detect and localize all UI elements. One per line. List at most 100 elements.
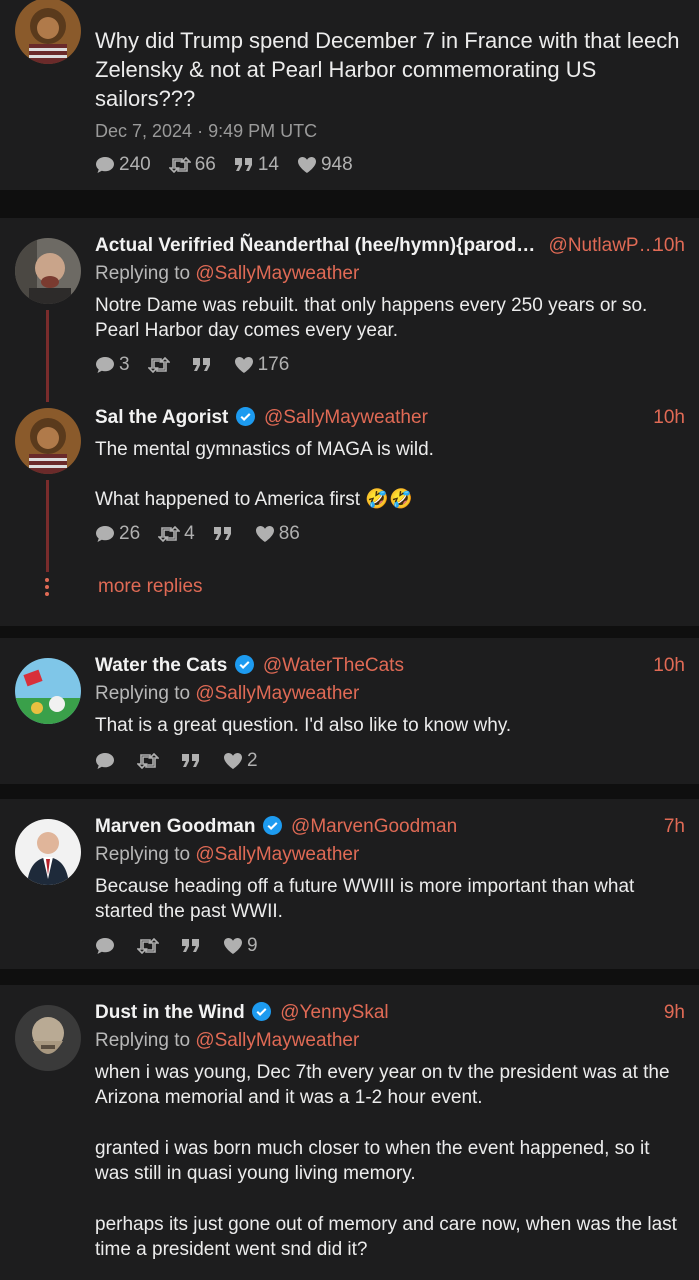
avatar[interactable] <box>15 0 81 64</box>
display-name[interactable]: Sal the Agorist <box>95 407 228 428</box>
verified-badge-icon <box>262 816 282 835</box>
display-name[interactable]: Actual Verifried Ñeanderthal (hee/hymn){… <box>95 235 535 256</box>
avatar[interactable] <box>15 658 81 724</box>
quote-stat[interactable] <box>181 753 205 769</box>
retweet-stat[interactable]: 4 <box>158 523 195 545</box>
avatar[interactable] <box>15 408 81 474</box>
like-stat[interactable]: 2 <box>223 750 258 772</box>
replying-to: Replying to @SallyMayweather <box>95 1030 360 1051</box>
verified-badge-icon <box>251 1002 271 1021</box>
like-stat[interactable]: 176 <box>234 354 289 376</box>
user-handle[interactable]: @SallyMayweather <box>264 407 428 428</box>
thread-line <box>46 480 49 572</box>
reply-time[interactable]: 9h <box>664 1002 685 1024</box>
verified-badge-icon <box>235 407 255 426</box>
user-handle[interactable]: @YennySkal <box>280 1002 388 1023</box>
user-handle[interactable]: @MarvenGoodman <box>291 816 457 837</box>
replying-to-handle[interactable]: @SallyMayweather <box>195 844 359 865</box>
quote-icon <box>182 939 199 952</box>
like-stat[interactable]: 948 <box>297 154 353 176</box>
replying-to-handle[interactable]: @SallyMayweather <box>195 683 359 704</box>
tweet-text: The mental gymnastics of MAGA is wild. <box>95 439 434 460</box>
replying-to: Replying to @SallyMayweather <box>95 263 360 284</box>
retweet-icon <box>168 157 191 173</box>
reply-header: Actual Verifried Ñeanderthal (hee/hymn){… <box>95 235 658 257</box>
retweet-icon <box>147 357 170 373</box>
tweet-stats: 9 <box>95 935 276 957</box>
verified-badge-icon <box>234 655 254 674</box>
reply-header: Sal the Agorist @SallyMayweather <box>95 407 428 429</box>
comment-icon <box>96 157 114 173</box>
reply-time[interactable]: 10h <box>653 235 685 257</box>
retweet-stat[interactable] <box>137 938 163 954</box>
more-dots-icon <box>44 577 50 602</box>
display-name[interactable]: Dust in the Wind <box>95 1002 245 1023</box>
quote-icon <box>213 527 231 540</box>
like-stat[interactable]: 86 <box>255 523 300 545</box>
display-name[interactable]: Water the Cats <box>95 655 227 676</box>
main-tweet: Why did Trump spend December 7 in France… <box>0 0 699 190</box>
reply-time[interactable]: 7h <box>664 816 685 838</box>
heart-icon <box>224 938 242 954</box>
reply-stat[interactable]: 240 <box>95 154 151 176</box>
heart-icon <box>297 157 316 173</box>
retweet-stat[interactable]: 66 <box>168 154 216 176</box>
quote-icon <box>234 158 252 171</box>
quote-stat[interactable] <box>213 526 237 542</box>
comment-icon <box>96 357 114 373</box>
replying-to-handle[interactable]: @SallyMayweather <box>195 1030 359 1051</box>
comment-icon <box>96 753 114 769</box>
quote-stat[interactable]: 14 <box>234 154 279 176</box>
tweet-timestamp: Dec 7, 2024 · 9:49 PM UTC <box>95 121 318 141</box>
user-handle[interactable]: @WaterTheCats <box>263 655 404 676</box>
tweet-text: That is a great question. I'd also like … <box>95 715 512 736</box>
quote-icon <box>192 358 210 371</box>
more-replies-link[interactable]: more replies <box>98 576 203 598</box>
display-name[interactable]: Marven Goodman <box>95 816 255 837</box>
tweet-text: perhaps its just gone out of memory and … <box>95 1214 677 1260</box>
heart-icon <box>224 753 242 769</box>
comment-icon <box>96 938 114 954</box>
tweet-stats: 26 4 86 <box>95 523 318 545</box>
avatar[interactable] <box>15 819 81 885</box>
quote-icon <box>182 754 199 767</box>
tweet-text: What happened to America first 🤣🤣 <box>95 489 413 510</box>
reply-card: Dust in the Wind @YennySkal 9h Replying … <box>0 985 699 1280</box>
reply-time[interactable]: 10h <box>653 407 685 429</box>
reply-header: Water the Cats @WaterTheCats <box>95 655 404 677</box>
replying-to: Replying to @SallyMayweather <box>95 844 360 865</box>
tweet-stats: 2 <box>95 750 276 772</box>
retweet-stat[interactable] <box>137 753 163 769</box>
tweet-text: when i was young, Dec 7th every year on … <box>95 1062 670 1108</box>
tweet-text: Notre Dame was rebuilt. that only happen… <box>95 295 648 341</box>
tweet-text: Why did Trump spend December 7 in France… <box>95 28 680 111</box>
tweet-stats: 3 176 <box>95 354 307 376</box>
reply-header: Dust in the Wind @YennySkal <box>95 1002 389 1024</box>
like-stat[interactable]: 9 <box>223 935 258 957</box>
reply-time[interactable]: 10h <box>653 655 685 677</box>
reply-stat[interactable]: 3 <box>95 354 130 376</box>
retweet-icon <box>137 753 159 769</box>
reply-card: Water the Cats @WaterTheCats 10h Replyin… <box>0 638 699 784</box>
replying-to: Replying to @SallyMayweather <box>95 683 360 704</box>
quote-stat[interactable] <box>192 357 216 373</box>
comment-icon <box>96 526 114 542</box>
retweet-stat[interactable] <box>147 357 174 373</box>
tweet-text: granted i was born much closer to when t… <box>95 1138 650 1184</box>
avatar[interactable] <box>15 238 81 304</box>
tweet-stats: 240 66 14 948 <box>95 154 371 176</box>
thread-line <box>46 310 49 402</box>
retweet-icon <box>158 526 181 542</box>
thread-card: Actual Verifried Ñeanderthal (hee/hymn){… <box>0 218 699 626</box>
heart-icon <box>255 526 274 542</box>
replying-to-handle[interactable]: @SallyMayweather <box>195 263 359 284</box>
reply-card: Marven Goodman @MarvenGoodman 7h Replyin… <box>0 799 699 969</box>
reply-stat[interactable] <box>95 937 119 955</box>
user-handle[interactable]: @NutlawP… <box>549 235 658 256</box>
reply-stat[interactable] <box>95 752 119 770</box>
quote-stat[interactable] <box>181 938 205 954</box>
reply-stat[interactable]: 26 <box>95 523 140 545</box>
reply-header: Marven Goodman @MarvenGoodman <box>95 816 457 838</box>
heart-icon <box>234 357 253 373</box>
avatar[interactable] <box>15 1005 81 1071</box>
